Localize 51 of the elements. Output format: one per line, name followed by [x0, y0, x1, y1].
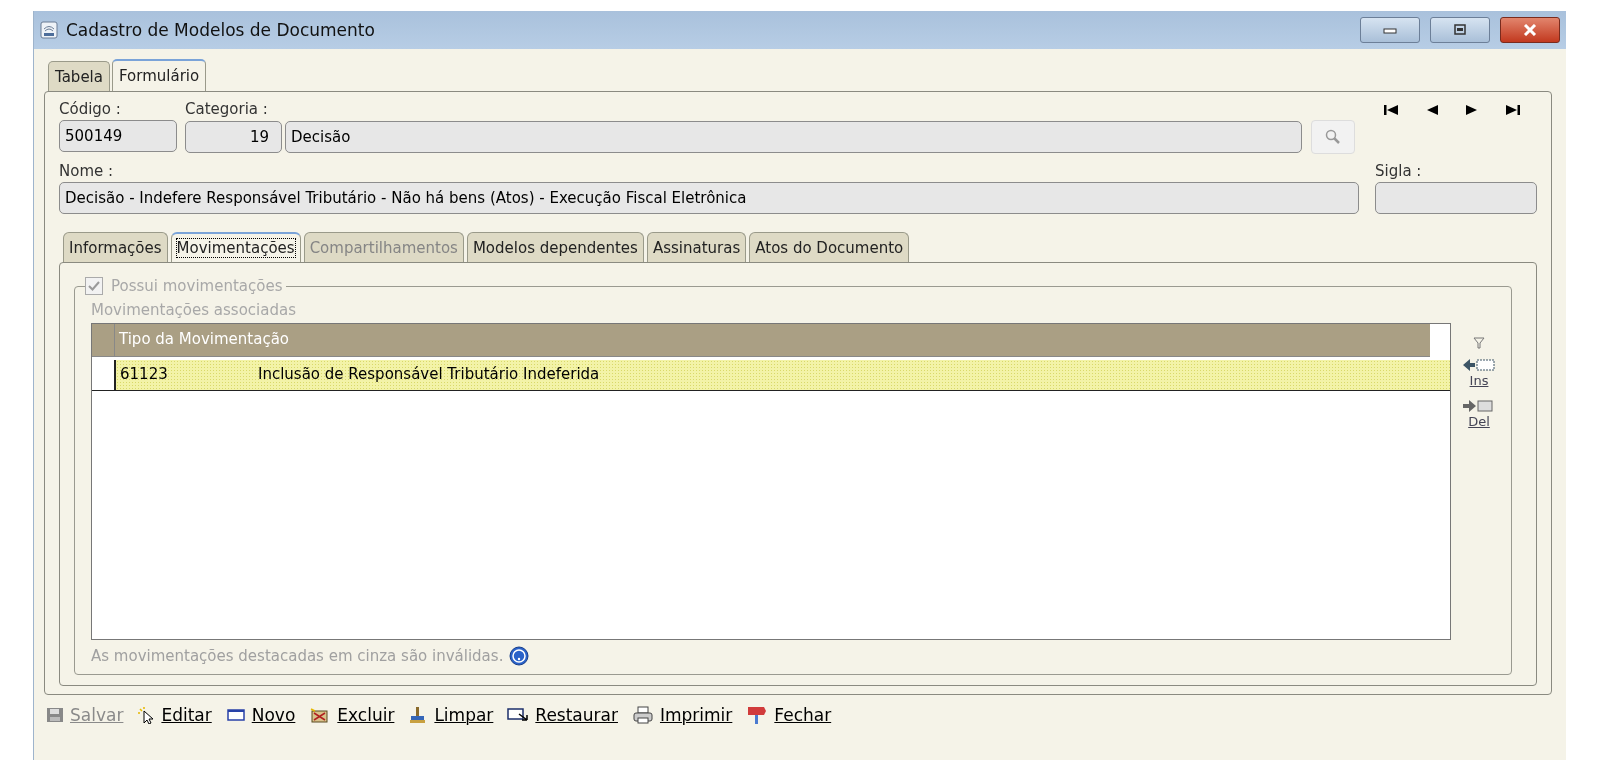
previous-record-icon[interactable]: [1425, 104, 1439, 116]
maximize-icon: [1452, 24, 1468, 36]
filter-icon[interactable]: [1473, 337, 1485, 349]
toolbar-button[interactable]: Fechar: [746, 703, 832, 727]
name-field[interactable]: Decisão - Indefere Responsável Tributário - Não há bens (Atos) - Execução Fiscal Eletrônica: [59, 182, 1359, 214]
window-title: Cadastro de Modelos de Documento: [66, 20, 375, 40]
table-cell-text: Inclusão de Responsável Tributário Indeferida: [257, 364, 601, 385]
restore-icon: [507, 707, 530, 723]
acronym-field[interactable]: [1375, 182, 1537, 214]
delete-row-icon: [1462, 398, 1496, 414]
first-record-icon[interactable]: [1383, 104, 1399, 116]
toolbar-button[interactable]: Excluir: [309, 703, 395, 727]
checkbox-label: Possui movimentações: [111, 277, 283, 295]
toolbar-button[interactable]: Editar: [137, 703, 212, 727]
new-icon: [225, 707, 246, 723]
tab[interactable]: Assinaturas: [646, 232, 747, 262]
tab[interactable]: Atos do Documento: [749, 232, 910, 262]
toolbar-button[interactable]: Imprimir: [631, 703, 733, 727]
category-code-field[interactable]: 19: [185, 121, 282, 153]
toolbar-button[interactable]: Restaurar: [507, 703, 618, 727]
table-cell-text: 61123: [119, 364, 169, 385]
save-icon: [46, 707, 64, 723]
app-icon: [40, 21, 58, 39]
field-label: Código :: [59, 100, 122, 118]
table-row[interactable]: 61123 Inclusão de Responsável Tributário Indeferida: [92, 360, 1450, 391]
maximize-button[interactable]: [1430, 17, 1490, 43]
toolbar-button[interactable]: Limpar: [408, 703, 494, 727]
toolbar-button[interactable]: Novo: [225, 703, 296, 727]
print-icon: [631, 706, 654, 724]
tab[interactable]: Tabela: [48, 61, 110, 91]
next-record-icon[interactable]: [1465, 104, 1479, 116]
field-label: Nome :: [59, 162, 115, 180]
row-action-button[interactable]: Ins: [1462, 355, 1496, 390]
edit-icon: [137, 706, 156, 724]
tab[interactable]: Formulário: [112, 59, 207, 91]
tab[interactable]: Modelos dependentes: [466, 232, 644, 262]
insert-row-icon: [1462, 357, 1496, 373]
category-field[interactable]: Decisão: [285, 121, 1302, 153]
grid-label: Movimentações associadas: [91, 301, 297, 319]
field-label: Sigla :: [1375, 162, 1423, 180]
last-record-icon[interactable]: [1505, 104, 1521, 116]
help-icon[interactable]: [509, 646, 530, 666]
row-action-button[interactable]: Del: [1462, 396, 1496, 431]
tab[interactable]: Movimentações: [170, 232, 301, 262]
minimize-icon: [1382, 26, 1398, 34]
code-field[interactable]: 500149: [59, 120, 177, 152]
tab[interactable]: Informações: [63, 232, 168, 262]
close-button[interactable]: [1500, 17, 1560, 43]
footnote: As movimentações destacadas em cinza são inválidas.: [91, 647, 504, 665]
field-label: Categoria :: [185, 100, 269, 118]
minimize-button[interactable]: [1360, 17, 1420, 43]
